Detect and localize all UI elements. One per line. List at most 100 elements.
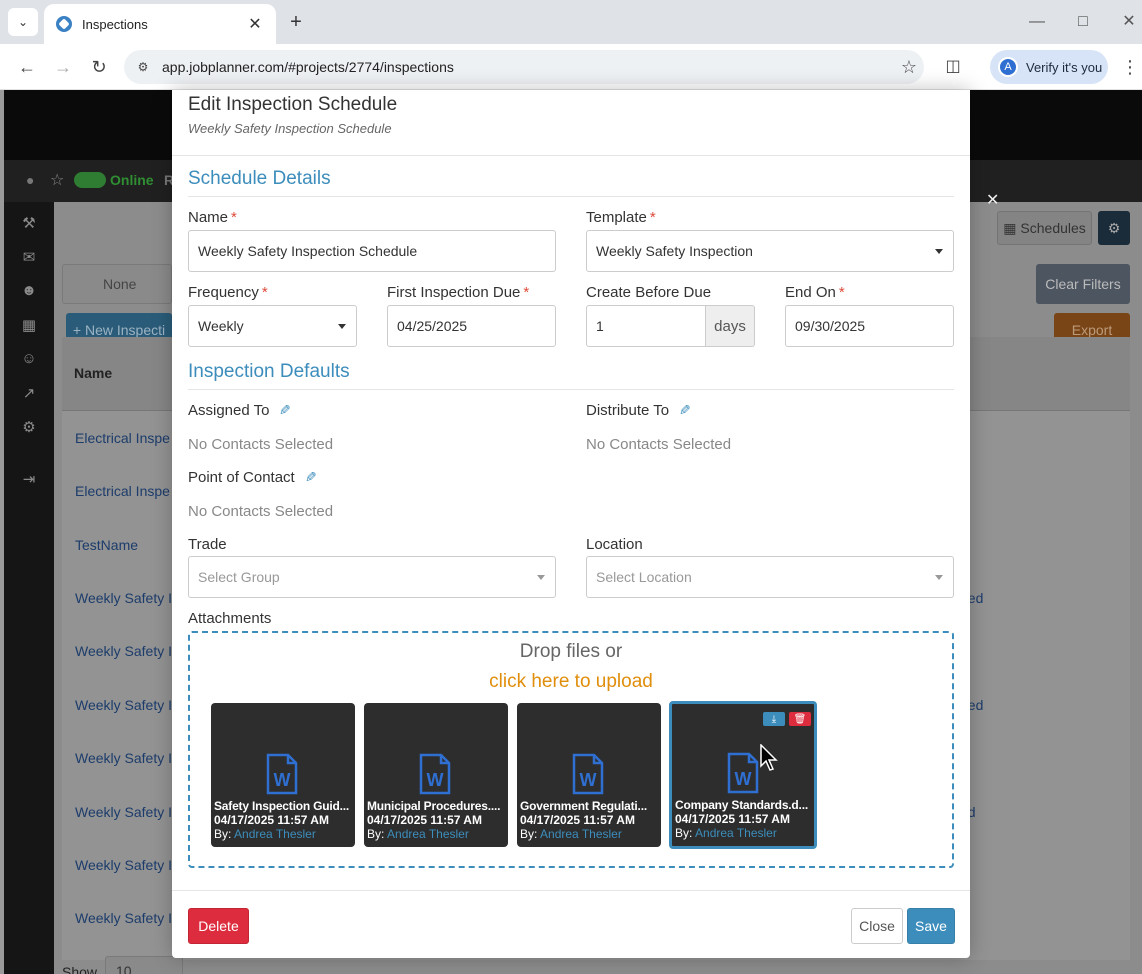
attachment-card[interactable]: W Safety Inspection Guid... 04/17/2025 1… xyxy=(211,703,355,847)
forward-button[interactable]: → xyxy=(50,54,76,80)
file-date: 04/17/2025 11:57 AM xyxy=(367,813,482,827)
name-column-header[interactable]: Name xyxy=(74,365,112,381)
table-row-name[interactable]: TestName xyxy=(75,537,138,553)
file-author: By: Andrea Thesler xyxy=(367,827,469,841)
inspection-defaults-heading: Inspection Defaults xyxy=(188,361,954,390)
schedules-label: Schedules xyxy=(1020,220,1086,236)
attachment-card-selected[interactable]: ⤓ 🗑 W Company Standards.d... 04/17/2025 … xyxy=(669,701,817,849)
table-row-name[interactable]: Weekly Safety I xyxy=(75,643,172,659)
minimize-button[interactable]: — xyxy=(1022,10,1052,34)
table-row-name[interactable]: Weekly Safety I xyxy=(75,804,172,820)
gear-icon[interactable]: ⚙ xyxy=(18,418,40,440)
trade-label: Trade xyxy=(188,536,227,553)
favorite-star-icon[interactable]: ☆ xyxy=(50,170,64,190)
browser-menu-icon[interactable]: ⋮ xyxy=(1120,54,1140,80)
delete-button[interactable]: Delete xyxy=(188,908,249,944)
table-row-name[interactable]: Weekly Safety I xyxy=(75,697,172,713)
pencil-icon[interactable]: ✎ xyxy=(679,402,691,419)
clear-filters-button[interactable]: Clear Filters xyxy=(1036,264,1130,304)
clear-filters-label: Clear Filters xyxy=(1045,276,1121,292)
back-button[interactable]: ← xyxy=(14,54,40,80)
users-icon[interactable]: ☻ xyxy=(18,282,40,304)
pencil-icon[interactable]: ✎ xyxy=(279,402,291,419)
attachment-card[interactable]: W Municipal Procedures.... 04/17/2025 11… xyxy=(364,703,508,847)
profile-button[interactable]: A Verify it's you xyxy=(990,50,1108,84)
upload-link[interactable]: click here to upload xyxy=(190,671,952,693)
first-due-value: 04/25/2025 xyxy=(397,318,468,334)
file-date: 04/17/2025 11:57 AM xyxy=(675,812,790,826)
browser-tab-bar: ⌄ Inspections ✕ + — □ ✕ xyxy=(0,0,1142,44)
address-bar[interactable]: ⚙ app.jobplanner.com/#projects/2774/insp… xyxy=(124,50,924,84)
days-addon: days xyxy=(706,305,755,347)
frequency-select-value: Weekly xyxy=(198,318,244,334)
assigned-to-value: No Contacts Selected xyxy=(188,436,334,453)
new-tab-button[interactable]: + xyxy=(284,10,308,34)
attachment-card[interactable]: W Government Regulati... 04/17/2025 11:5… xyxy=(517,703,661,847)
extensions-icon[interactable]: ◫ xyxy=(940,54,966,80)
name-input[interactable]: Weekly Safety Inspection Schedule xyxy=(188,230,556,272)
download-icon[interactable]: ⤓ xyxy=(763,712,785,726)
svg-text:W: W xyxy=(427,770,444,790)
mail-icon[interactable]: ✉ xyxy=(18,248,40,270)
window-close-button[interactable]: ✕ xyxy=(1114,10,1142,34)
hammer-icon[interactable]: ⚒ xyxy=(18,214,40,236)
browser-tab[interactable]: Inspections ✕ xyxy=(44,4,276,44)
online-toggle[interactable] xyxy=(74,172,106,188)
file-date: 04/17/2025 11:57 AM xyxy=(214,813,329,827)
file-dropzone[interactable]: Drop files or click here to upload W Saf… xyxy=(188,631,954,868)
trade-select[interactable]: Select Group xyxy=(188,556,556,598)
close-icon[interactable]: ✕ xyxy=(246,14,264,34)
template-select[interactable]: Weekly Safety Inspection xyxy=(586,230,954,272)
online-label: Online xyxy=(110,172,154,188)
end-on-input[interactable]: 09/30/2025 xyxy=(785,305,954,347)
app-sidebar: ⚒ ✉ ☻ ▦ ☺ ↗ ⚙ ⇥ xyxy=(4,202,54,974)
logout-icon[interactable]: ⇥ xyxy=(18,470,40,492)
create-before-input[interactable]: 1 xyxy=(586,305,706,347)
assigned-to-label: Assigned To ✎ xyxy=(188,402,292,419)
panel-close-icon[interactable]: ✕ xyxy=(986,190,999,210)
svg-text:W: W xyxy=(274,770,291,790)
file-author: By: Andrea Thesler xyxy=(520,827,622,841)
first-due-input[interactable]: 04/25/2025 xyxy=(387,305,556,347)
word-file-icon: W xyxy=(419,753,451,795)
table-row-name[interactable]: Weekly Safety I xyxy=(75,590,172,606)
gear-icon: ⚙ xyxy=(1107,219,1121,236)
location-label: Location xyxy=(586,536,643,553)
page-size-select[interactable]: 10 xyxy=(105,956,183,974)
location-pin-icon: ● xyxy=(26,172,35,188)
table-row-name[interactable]: Weekly Safety I xyxy=(75,750,172,766)
table-row-name[interactable]: Weekly Safety I xyxy=(75,857,172,873)
frequency-select[interactable]: Weekly xyxy=(188,305,357,347)
close-button[interactable]: Close xyxy=(851,908,903,944)
location-select[interactable]: Select Location xyxy=(586,556,954,598)
site-info-icon[interactable]: ⚙ xyxy=(134,58,152,76)
file-name: Company Standards.d... xyxy=(675,798,808,812)
table-row-name[interactable]: Electrical Inspe xyxy=(75,483,170,499)
tab-search-button[interactable]: ⌄ xyxy=(8,8,38,36)
filter-select[interactable]: None xyxy=(62,264,172,304)
distribute-to-value: No Contacts Selected xyxy=(586,436,732,453)
end-on-label: End On * xyxy=(785,284,845,301)
save-button[interactable]: Save xyxy=(907,908,955,944)
calendar-icon[interactable]: ▦ xyxy=(18,316,40,338)
reload-button[interactable]: ↻ xyxy=(86,54,112,80)
file-author: By: Andrea Thesler xyxy=(675,826,777,840)
table-row-name[interactable]: Electrical Inspe xyxy=(75,430,170,446)
create-before-value: 1 xyxy=(596,318,604,334)
file-name: Government Regulati... xyxy=(520,799,647,813)
schedules-button[interactable]: ▦ Schedules xyxy=(997,211,1092,245)
user-clock-icon[interactable]: ☺ xyxy=(18,350,40,372)
drop-files-text: Drop files or xyxy=(519,641,623,662)
chart-icon[interactable]: ↗ xyxy=(18,384,40,406)
caret-down-icon xyxy=(935,249,943,254)
modal-subtitle: Weekly Safety Inspection Schedule xyxy=(188,121,392,136)
table-row-name[interactable]: Weekly Safety I xyxy=(75,910,172,926)
trash-icon[interactable]: 🗑 xyxy=(789,712,811,726)
location-placeholder: Select Location xyxy=(596,569,692,585)
maximize-button[interactable]: □ xyxy=(1068,10,1098,34)
bookmark-star-icon[interactable]: ☆ xyxy=(894,57,924,78)
url-text[interactable]: app.jobplanner.com/#projects/2774/inspec… xyxy=(162,59,894,75)
pencil-icon[interactable]: ✎ xyxy=(305,469,317,486)
settings-button[interactable]: ⚙ xyxy=(1098,211,1130,245)
word-file-icon: W xyxy=(572,753,604,795)
